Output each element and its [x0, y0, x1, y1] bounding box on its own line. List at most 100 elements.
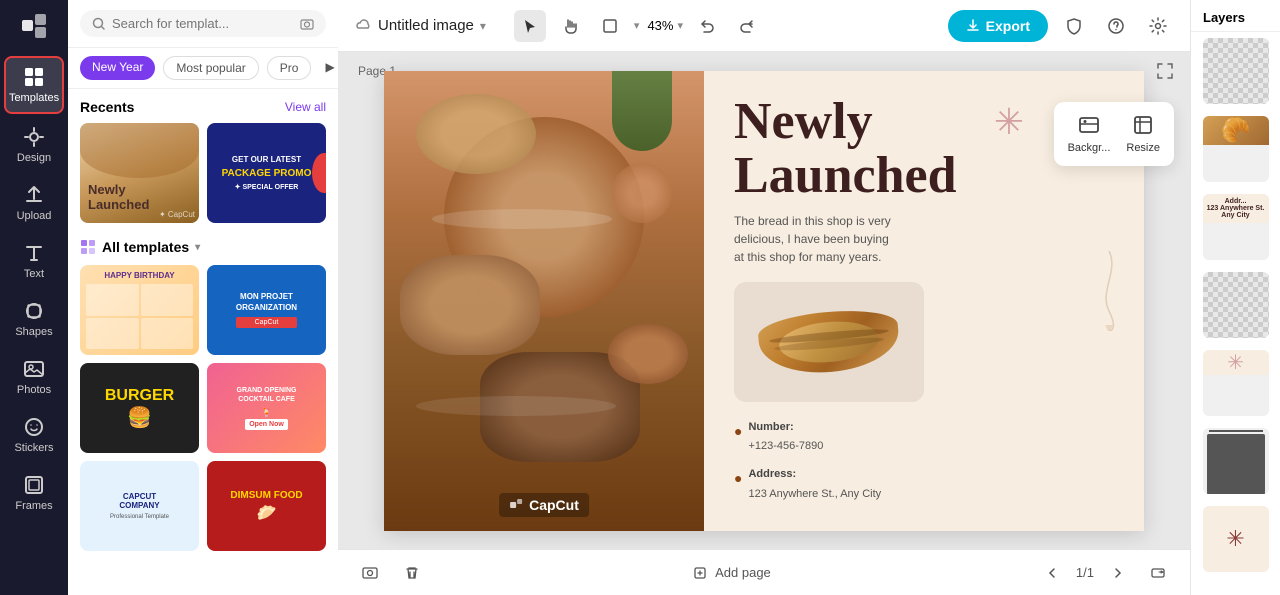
zoom-value: 43% [647, 18, 673, 33]
settings-button[interactable] [1142, 10, 1174, 42]
layer-item-7[interactable]: ✳ [1203, 506, 1269, 572]
tag-popular[interactable]: Most popular [163, 56, 258, 80]
panel-search-area [68, 0, 338, 48]
sidebar-item-upload[interactable]: Upload [4, 176, 64, 230]
layers-panel: Layers 🥐 Addr...123 Anywhere St.Any City… [1190, 0, 1280, 595]
shield-button[interactable] [1058, 10, 1090, 42]
recents-section-header: Recents View all [80, 99, 326, 115]
contact-address: ● Address: 123 Anywhere St., Any City [734, 465, 1124, 505]
title-line1: Newly [734, 93, 873, 150]
template-birthday[interactable]: HAPPY BIRTHDAY [80, 265, 199, 355]
fullscreen-icon[interactable] [1156, 62, 1174, 83]
frame-chevron-icon[interactable]: ▾ [634, 19, 640, 32]
panel-scroll-area: Recents View all NewlyLaunched ✦ CapCut … [68, 89, 338, 595]
sidebar-item-stickers[interactable]: Stickers [4, 408, 64, 462]
canvas-description: The bread in this shop is very delicious… [734, 212, 894, 266]
layer-item-5[interactable]: ✳ [1203, 350, 1269, 416]
all-templates-label: All templates [102, 239, 189, 255]
recent-card-promo[interactable]: GET OUR LATEST PACKAGE PROMO ✦ SPECIAL O… [207, 123, 326, 223]
canvas-photo-area[interactable]: CapCut [384, 71, 704, 531]
bottom-left-tools [354, 557, 428, 589]
sidebar-shapes-label: Shapes [15, 326, 52, 338]
redo-button[interactable] [731, 10, 763, 42]
bakery-card-text: NewlyLaunched [88, 182, 149, 213]
star-decoration: ✳ [994, 101, 1024, 143]
screenshot-button[interactable] [354, 557, 386, 589]
resize-label: Resize [1126, 142, 1160, 154]
template-cocktail[interactable]: GRAND OPENINGCOCKTAIL CAFE 🍹 Open Now [207, 363, 326, 453]
add-page-icon [693, 566, 707, 580]
sidebar-item-shapes[interactable]: Shapes [4, 292, 64, 346]
sidebar-design-label: Design [17, 152, 51, 164]
view-all-link[interactable]: View all [285, 100, 326, 114]
sidebar-item-frames[interactable]: Frames [4, 466, 64, 520]
zoom-chevron-icon[interactable]: ▾ [677, 19, 683, 32]
sidebar-frames-label: Frames [15, 500, 52, 512]
layer-flower-preview: ✳ [1203, 506, 1269, 572]
layer-item-1[interactable] [1203, 38, 1269, 104]
expand-button[interactable] [1142, 557, 1174, 589]
layer-checkered-2 [1203, 272, 1269, 338]
recents-label: Recents [80, 99, 134, 115]
prev-page-button[interactable] [1036, 557, 1068, 589]
resize-button[interactable]: Resize [1126, 114, 1160, 154]
export-label: Export [986, 18, 1030, 34]
layer-item-6[interactable] [1203, 428, 1269, 494]
bottom-right-nav: 1/1 [1036, 557, 1174, 589]
canvas-area: Page 1 Backgr... Resize [338, 52, 1190, 549]
sidebar-photos-label: Photos [17, 384, 51, 396]
layer-star-preview: ✳ [1203, 350, 1269, 375]
frame-tool-button[interactable] [594, 10, 626, 42]
all-templates-header[interactable]: All templates ▾ [80, 239, 326, 255]
export-button[interactable]: Export [948, 10, 1048, 42]
resize-icon [1132, 114, 1154, 136]
sidebar-upload-label: Upload [17, 210, 52, 222]
sidebar-stickers-label: Stickers [14, 442, 53, 454]
capcut-logo-icon [509, 498, 523, 512]
template-org[interactable]: MON PROJETORGANIZATION CapCut [207, 265, 326, 355]
sidebar-item-templates[interactable]: Templates [4, 56, 64, 114]
title-chevron-icon[interactable]: ▾ [480, 19, 486, 33]
zoom-control[interactable]: 43% ▾ [647, 18, 683, 33]
tag-pro[interactable]: Pro [267, 56, 312, 80]
contact-number: ● Number: +123-456-7890 [734, 418, 1124, 458]
ai-icon [80, 239, 96, 255]
topbar-tools: ▾ 43% ▾ [514, 10, 936, 42]
sidebar-item-text[interactable]: Text [4, 234, 64, 288]
tag-new-year[interactable]: New Year [80, 56, 155, 80]
templates-panel: New Year Most popular Pro ▶ Recents View… [68, 0, 338, 595]
layer-item-2[interactable]: 🥐 [1203, 116, 1269, 182]
title-line2: Launched [734, 147, 957, 204]
page-count: 1/1 [1076, 565, 1094, 580]
hand-tool-button[interactable] [554, 10, 586, 42]
search-input[interactable] [112, 16, 294, 31]
recents-grid: NewlyLaunched ✦ CapCut GET OUR LATEST PA… [80, 123, 326, 223]
app-logo[interactable] [16, 8, 52, 44]
sidebar-item-design[interactable]: Design [4, 118, 64, 172]
template-dimsum[interactable]: DIMSUM FOOD 🥟 [207, 461, 326, 551]
sidebar-item-photos[interactable]: Photos [4, 350, 64, 404]
layer-item-3[interactable]: Addr...123 Anywhere St.Any City [1203, 194, 1269, 260]
search-box[interactable] [80, 10, 326, 37]
help-button[interactable] [1100, 10, 1132, 42]
capcut-text: CapCut [529, 497, 579, 513]
left-sidebar: Templates Design Upload Text Shapes [0, 0, 68, 595]
template-burger[interactable]: BURGER 🍔 [80, 363, 199, 453]
delete-button[interactable] [396, 557, 428, 589]
recent-card-bakery[interactable]: NewlyLaunched ✦ CapCut [80, 123, 199, 223]
bullet-dot-2: ● [734, 466, 742, 491]
templates-grid: HAPPY BIRTHDAY MON PROJETORGANIZATION Ca… [80, 265, 326, 551]
document-title[interactable]: Untitled image [378, 17, 474, 34]
tag-more-icon[interactable]: ▶ [319, 56, 338, 80]
add-page-button[interactable]: Add page [440, 565, 1024, 580]
sidebar-text-label: Text [24, 268, 44, 280]
select-tool-button[interactable] [514, 10, 546, 42]
background-label: Backgr... [1068, 142, 1111, 154]
canvas-croissant-image[interactable] [734, 282, 924, 402]
panel-tags-area: New Year Most popular Pro ▶ [68, 48, 338, 89]
background-button[interactable]: Backgr... [1068, 114, 1111, 154]
layer-item-4[interactable] [1203, 272, 1269, 338]
template-capcut[interactable]: CAPCUTCOMPANY Professional Template [80, 461, 199, 551]
next-page-button[interactable] [1102, 557, 1134, 589]
undo-button[interactable] [691, 10, 723, 42]
